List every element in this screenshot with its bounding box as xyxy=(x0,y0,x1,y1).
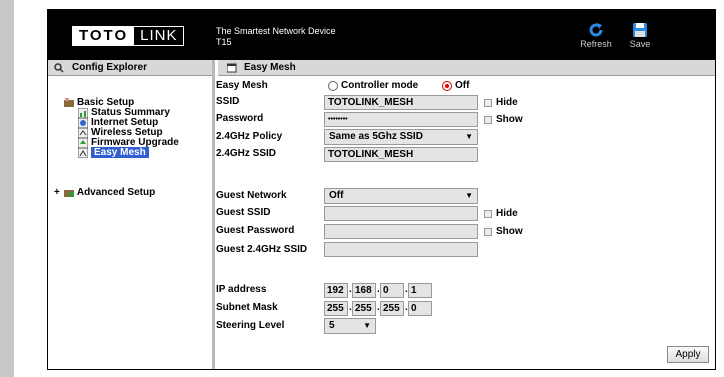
ip-octet-4[interactable]: 1 xyxy=(408,283,432,298)
policy-value: Same as 5Ghz SSID xyxy=(329,131,423,142)
save-button[interactable]: Save xyxy=(623,22,657,49)
config-explorer-header: Config Explorer xyxy=(48,60,212,76)
config-explorer-title: Config Explorer xyxy=(72,62,148,73)
chart-page-icon xyxy=(78,107,88,118)
globe-page-icon xyxy=(78,117,88,128)
policy-select[interactable]: Same as 5Ghz SSID ▼ xyxy=(324,129,478,145)
hide-ssid-checkbox[interactable]: Hide xyxy=(484,97,518,108)
folder-open-icon xyxy=(64,97,74,107)
guest-password-label: Guest Password xyxy=(216,225,295,236)
ip-octet-1[interactable]: 192 xyxy=(324,283,348,298)
upgrade-page-icon xyxy=(78,137,88,148)
apply-button[interactable]: Apply xyxy=(667,346,709,363)
password-input[interactable]: •••••••• xyxy=(324,112,478,127)
config-explorer-panel: Config Explorer Basic Setup Status Summa… xyxy=(48,60,215,369)
mesh-page-icon xyxy=(78,147,88,158)
guest-ssid24-label: Guest 2.4GHz SSID xyxy=(216,244,308,255)
off-label: Off xyxy=(455,80,470,91)
logo-right-text: LINK xyxy=(140,27,178,44)
brand-subtitle: The Smartest Network Device T15 xyxy=(216,26,336,48)
refresh-label: Refresh xyxy=(580,39,612,49)
guest-network-value: Off xyxy=(329,190,344,201)
guest-password-input[interactable] xyxy=(324,224,478,239)
logo-left-text: TOTO xyxy=(73,27,135,45)
tree-advanced-setup[interactable]: + Advanced Setup xyxy=(54,187,155,198)
dropdown-arrow-icon: ▼ xyxy=(363,321,371,330)
advanced-setup-label: Advanced Setup xyxy=(76,187,156,198)
guest-hide-checkbox[interactable]: Hide xyxy=(484,208,518,219)
save-icon xyxy=(633,23,647,37)
ip-octet-2[interactable]: 168 xyxy=(352,283,376,298)
search-folder-icon xyxy=(54,62,64,73)
mask-octet-3[interactable]: 255 xyxy=(380,301,404,316)
refresh-icon xyxy=(589,23,603,37)
easy-mesh-form: Easy Mesh Controller mode Off SSID TOTOL… xyxy=(216,76,715,369)
guest-ssid-label: Guest SSID xyxy=(216,207,271,218)
router-admin-window: TOTO LINK The Smartest Network Device T1… xyxy=(47,9,716,370)
ssid24-label: 2.4GHz SSID xyxy=(216,148,277,159)
header-bar: TOTO LINK The Smartest Network Device T1… xyxy=(48,10,715,60)
easy-mesh-title: Easy Mesh xyxy=(244,62,296,73)
subnet-mask-label: Subnet Mask xyxy=(216,302,278,313)
model-name: T15 xyxy=(216,37,232,47)
radio-off[interactable]: Off xyxy=(442,80,469,91)
mask-octet-2[interactable]: 255 xyxy=(352,301,376,316)
ip-address-label: IP address xyxy=(216,284,267,295)
totolink-logo: TOTO LINK xyxy=(72,26,185,46)
radio-controller-mode[interactable]: Controller mode xyxy=(328,80,418,91)
folder-icon xyxy=(63,189,74,197)
left-gray-strip xyxy=(0,0,14,377)
guest-network-select[interactable]: Off ▼ xyxy=(324,188,478,204)
expand-icon[interactable]: + xyxy=(54,187,60,198)
checkbox-box xyxy=(484,209,492,218)
steering-level-select[interactable]: 5 ▼ xyxy=(324,318,376,334)
tree-item-easy-mesh[interactable]: Easy Mesh xyxy=(78,147,149,158)
ip-octet-3[interactable]: 0 xyxy=(380,283,404,298)
dropdown-arrow-icon: ▼ xyxy=(465,191,473,200)
radio-circle-checked xyxy=(442,80,452,91)
guest-show-checkbox[interactable]: Show xyxy=(484,226,523,237)
guest-ssid-input[interactable] xyxy=(324,206,478,221)
steering-level-label: Steering Level xyxy=(216,320,285,331)
easy-mesh-mode-label: Easy Mesh xyxy=(216,80,268,91)
save-label: Save xyxy=(629,39,651,49)
mask-octet-1[interactable]: 255 xyxy=(324,301,348,316)
radio-circle-unchecked xyxy=(328,80,338,91)
window-icon xyxy=(227,63,237,72)
policy-label: 2.4GHz Policy xyxy=(216,131,283,142)
wireless-page-icon xyxy=(78,127,88,138)
steering-level-value: 5 xyxy=(329,320,335,331)
dropdown-arrow-icon: ▼ xyxy=(465,132,473,141)
show-password-checkbox[interactable]: Show xyxy=(484,114,523,125)
guest-ssid24-input[interactable] xyxy=(324,242,478,257)
ssid-input[interactable]: TOTOLINK_MESH xyxy=(324,95,478,110)
tagline: The Smartest Network Device xyxy=(216,26,336,36)
easy-mesh-panel: Easy Mesh Easy Mesh Controller mode Off … xyxy=(216,60,715,369)
hide-label: Hide xyxy=(496,97,518,108)
show-label: Show xyxy=(496,114,523,125)
checkbox-box xyxy=(484,115,492,124)
guest-hide-label: Hide xyxy=(496,208,518,219)
checkbox-box xyxy=(484,227,492,236)
refresh-button[interactable]: Refresh xyxy=(579,22,613,49)
checkbox-box xyxy=(484,98,492,107)
controller-mode-label: Controller mode xyxy=(341,80,419,91)
guest-network-label: Guest Network xyxy=(216,190,287,201)
ssid-label: SSID xyxy=(216,96,240,107)
guest-show-label: Show xyxy=(496,226,523,237)
password-label: Password xyxy=(216,113,264,124)
ssid24-input[interactable]: TOTOLINK_MESH xyxy=(324,147,478,162)
mask-octet-4[interactable]: 0 xyxy=(408,301,432,316)
easy-mesh-header: Easy Mesh xyxy=(218,60,715,76)
easy-mesh-label-selected: Easy Mesh xyxy=(91,147,149,158)
